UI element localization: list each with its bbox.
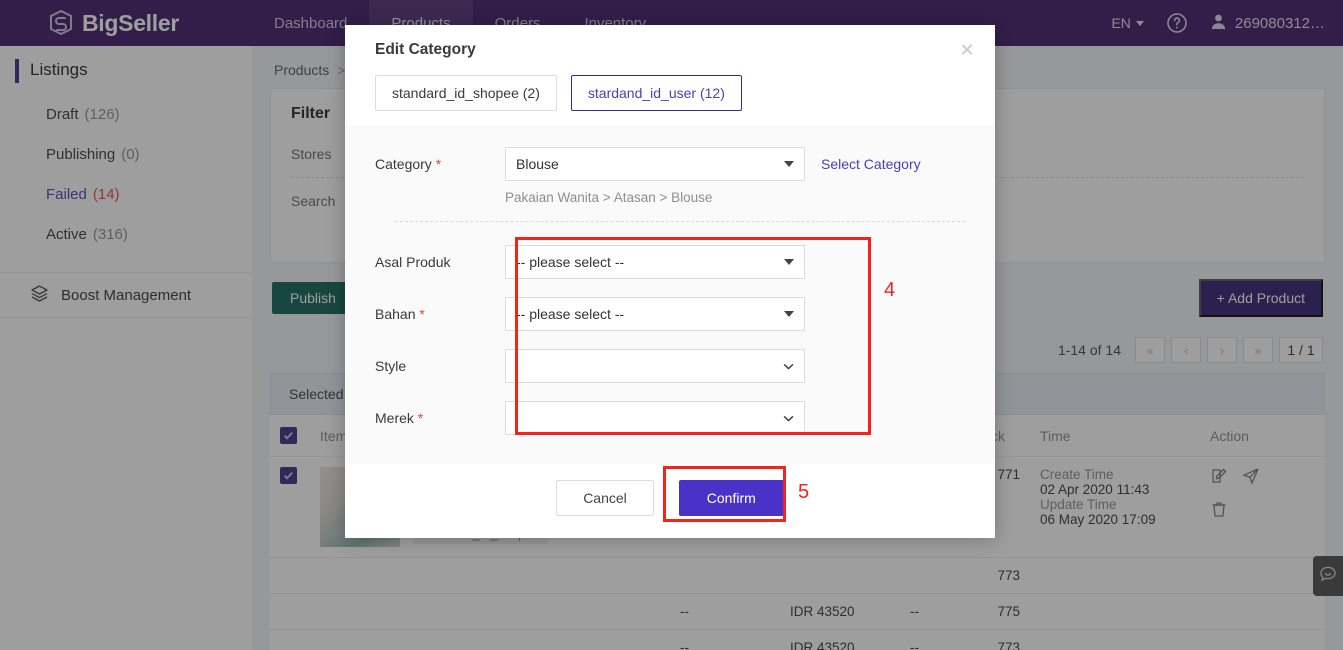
caret-down-icon <box>784 259 794 265</box>
modal-header: Edit Category ✕ <box>345 25 995 69</box>
merek-label: Merek * <box>375 410 505 426</box>
modal-body: Category * Blouse Select Category Pakaia… <box>345 125 995 464</box>
bahan-select[interactable]: -- please select -- <box>505 297 805 331</box>
style-select[interactable] <box>505 349 805 383</box>
bahan-value: -- please select -- <box>516 306 625 322</box>
chevron-down-icon <box>782 412 795 425</box>
category-label-text: Category <box>375 156 432 172</box>
select-category-link[interactable]: Select Category <box>821 156 921 172</box>
tab-stardand-id-user[interactable]: stardand_id_user (12) <box>570 75 742 111</box>
asal-produk-label-text: Asal Produk <box>375 254 451 270</box>
field-row-style: Style <box>375 340 965 392</box>
style-label-text: Style <box>375 358 407 374</box>
asal-produk-value: -- please select -- <box>516 254 625 270</box>
merek-label-text: Merek <box>375 410 414 426</box>
merek-required-mark: * <box>417 410 424 426</box>
confirm-button[interactable]: Confirm <box>678 480 784 516</box>
style-label: Style <box>375 358 505 374</box>
modal-title: Edit Category <box>375 41 476 58</box>
app-root: BigSeller Dashboard Products Orders Inve… <box>0 0 1343 650</box>
category-row: Category * Blouse Select Category <box>375 147 965 181</box>
tab-standard-id-shopee[interactable]: standard_id_shopee (2) <box>375 75 557 111</box>
category-select[interactable]: Blouse <box>505 147 805 181</box>
category-path: Pakaian Wanita > Atasan > Blouse <box>505 190 713 205</box>
close-icon[interactable]: ✕ <box>957 41 977 61</box>
field-row-merek: Merek * <box>375 392 965 444</box>
bahan-label-text: Bahan <box>375 306 416 322</box>
category-label: Category * <box>375 156 505 172</box>
bahan-required-mark: * <box>419 306 425 322</box>
modal-tabs: standard_id_shopee (2) stardand_id_user … <box>345 69 995 125</box>
caret-down-icon <box>784 161 794 167</box>
field-row-asal-produk: Asal Produk -- please select -- <box>375 236 965 288</box>
attribute-fields: Asal Produk -- please select -- Bahan * … <box>375 236 965 444</box>
cancel-button[interactable]: Cancel <box>556 480 654 516</box>
bahan-label: Bahan * <box>375 306 505 322</box>
field-row-bahan: Bahan * -- please select -- <box>375 288 965 340</box>
asal-produk-select[interactable]: -- please select -- <box>505 245 805 279</box>
section-divider <box>395 221 965 222</box>
category-select-value: Blouse <box>516 156 559 172</box>
annotation-label-4: 4 <box>884 279 896 301</box>
chevron-down-icon <box>782 360 795 373</box>
edit-category-modal: Edit Category ✕ standard_id_shopee (2) s… <box>345 25 995 538</box>
annotation-label-5: 5 <box>798 481 810 503</box>
caret-down-icon <box>784 311 794 317</box>
category-required-mark: * <box>435 156 442 172</box>
modal-footer: Cancel Confirm <box>345 464 995 538</box>
asal-produk-label: Asal Produk <box>375 254 505 270</box>
merek-select[interactable] <box>505 401 805 435</box>
